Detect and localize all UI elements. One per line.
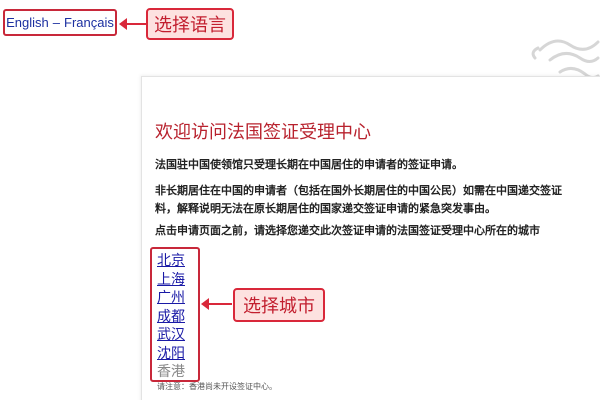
instruction-paragraph: 点击申请页面之前，请选择您递交此次签证申请的法国签证受理中心所在的城市 — [155, 224, 540, 237]
language-english-link[interactable]: English — [6, 15, 49, 30]
list-item: 北京 — [157, 252, 185, 271]
arrow-icon — [119, 18, 146, 30]
city-link-shenyang[interactable]: 沈阳 — [157, 346, 185, 362]
hongkong-note: 请注意：香港尚未开设签证中心。 — [157, 382, 277, 391]
language-separator: – — [52, 15, 60, 30]
city-list: 北京 上海 广州 成都 武汉 沈阳 香港 — [157, 252, 185, 382]
city-label-hongkong: 香港 — [157, 364, 185, 380]
city-link-guangzhou[interactable]: 广州 — [157, 290, 185, 306]
list-item: 香港 — [157, 363, 185, 382]
page: English – Français 选择语言 欢迎访问法国签证受理中心 法国驻… — [0, 0, 600, 400]
non-resident-line-1: 非长期居住在中国的申请者（包括在国外长期居住的中国公民）如需在中国递交签证 — [155, 184, 562, 197]
city-link-wuhan[interactable]: 武汉 — [157, 327, 185, 343]
non-resident-paragraph: 非长期居住在中国的申请者（包括在国外长期居住的中国公民）如需在中国递交签证 料，… — [155, 182, 562, 218]
non-resident-line-2: 料，解释说明无法在原长期居住的国家递交签证申请的紧急突发事由。 — [155, 202, 496, 215]
list-item: 广州 — [157, 289, 185, 308]
page-title: 欢迎访问法国签证受理中心 — [155, 122, 371, 143]
city-link-shanghai[interactable]: 上海 — [157, 272, 185, 288]
annotation-select-city: 选择城市 — [233, 288, 325, 322]
city-link-beijing[interactable]: 北京 — [157, 253, 185, 269]
language-french-link[interactable]: Français — [64, 15, 114, 30]
city-link-chengdu[interactable]: 成都 — [157, 309, 185, 325]
list-item: 上海 — [157, 271, 185, 290]
language-selector: English – Français — [3, 9, 117, 36]
annotation-select-language: 选择语言 — [146, 8, 234, 40]
intro-paragraph: 法国驻中国使领馆只受理长期在中国居住的申请者的签证申请。 — [155, 158, 463, 171]
arrow-icon — [201, 298, 232, 310]
list-item: 成都 — [157, 308, 185, 327]
list-item: 沈阳 — [157, 345, 185, 364]
list-item: 武汉 — [157, 326, 185, 345]
